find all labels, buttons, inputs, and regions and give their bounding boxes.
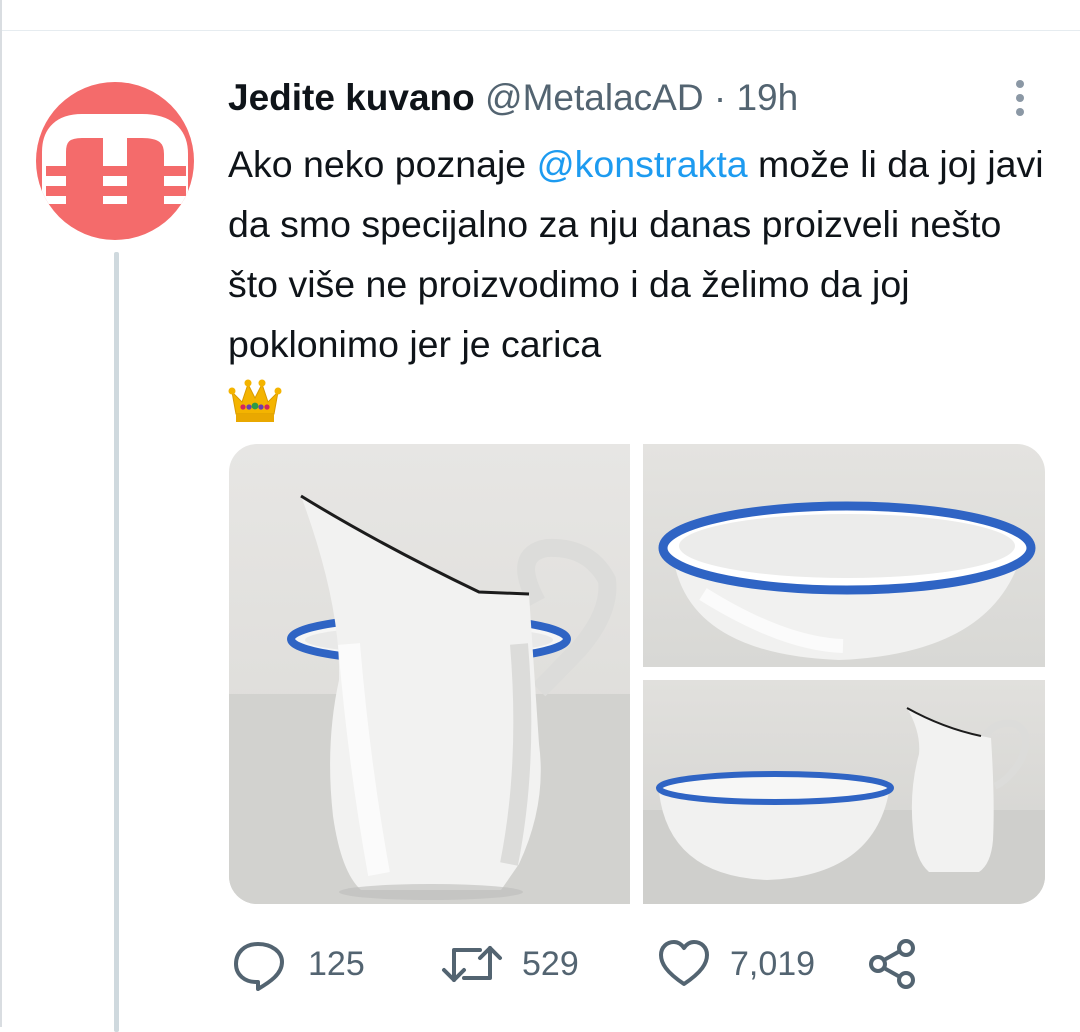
pitcher-photo <box>229 494 630 904</box>
separator-dot: · <box>713 77 727 118</box>
tweet-header: Jedite kuvano @MetalacAD · 19h <box>228 76 798 120</box>
media-image-bowl[interactable] <box>643 444 1045 667</box>
share-button[interactable] <box>866 936 918 992</box>
vertical-dots-icon <box>1016 80 1024 116</box>
reply-count: 125 <box>308 944 365 983</box>
left-edge-border <box>0 0 2 1027</box>
mention-link[interactable]: @konstrakta <box>537 143 748 185</box>
author-name[interactable]: Jedite kuvano <box>228 77 475 118</box>
tweet-time[interactable]: 19h <box>736 77 798 118</box>
timeline-divider <box>0 30 1080 31</box>
thread-line <box>114 252 119 1032</box>
bowl-photo <box>658 501 1036 660</box>
media-image-set[interactable] <box>643 680 1045 904</box>
like-button[interactable]: 7,019 <box>656 936 815 992</box>
reply-icon <box>230 936 290 992</box>
like-icon <box>656 936 712 992</box>
like-count: 7,019 <box>730 944 816 983</box>
tweet-text-start: Ako neko poznaje <box>228 143 537 185</box>
tweet-media-grid <box>229 444 1045 904</box>
media-image-pitcher[interactable] <box>229 444 630 904</box>
crown-icon <box>228 379 282 422</box>
author-handle[interactable]: @MetalacAD <box>485 77 704 118</box>
reply-button[interactable]: 125 <box>230 936 365 992</box>
more-options-button[interactable] <box>1006 78 1034 118</box>
retweet-icon <box>440 936 504 992</box>
metalac-logo-icon <box>42 114 188 216</box>
share-icon <box>866 936 918 992</box>
retweet-button[interactable]: 529 <box>440 936 579 992</box>
crown-emoji <box>228 378 1058 428</box>
tweet-actions: 125 529 7,019 <box>230 936 950 992</box>
bowl-and-pitcher-photo <box>643 707 1045 904</box>
retweet-count: 529 <box>522 944 579 983</box>
avatar[interactable] <box>36 82 194 240</box>
tweet-text: Ako neko poznaje @konstrakta može li da … <box>228 134 1058 428</box>
